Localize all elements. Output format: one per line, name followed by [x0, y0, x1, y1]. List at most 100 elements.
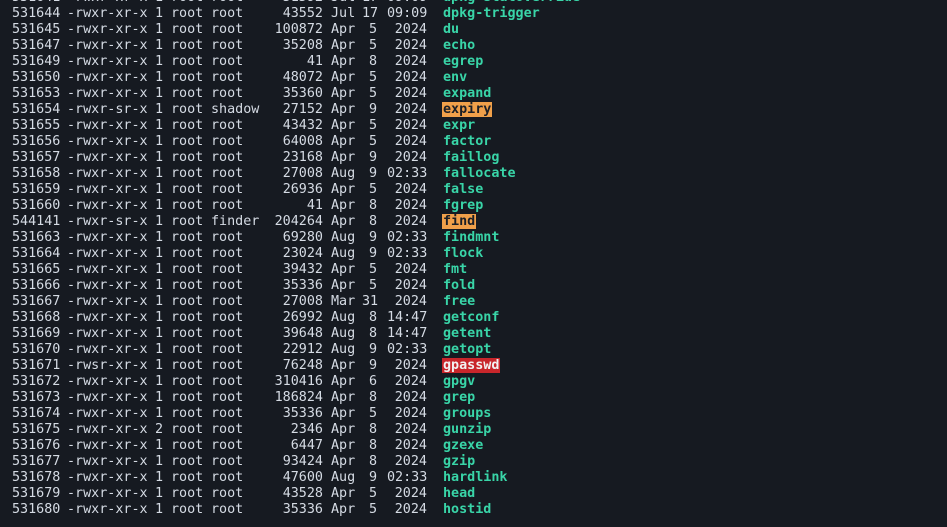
file-group: root — [211, 294, 244, 309]
file-inode: 531654 — [12, 102, 61, 117]
file-time: 02:33 — [387, 230, 428, 245]
file-name: gzexe — [443, 438, 484, 453]
file-name: fmt — [443, 262, 468, 277]
file-owner: root — [171, 182, 204, 197]
file-name: findmnt — [443, 230, 500, 245]
file-name: fallocate — [443, 166, 516, 181]
file-name: gpgv — [443, 374, 476, 389]
file-perm: -rwxr-xr-x — [67, 54, 148, 69]
file-inode: 531655 — [12, 118, 61, 133]
file-perm: -rwxr-xr-x — [67, 406, 148, 421]
file-owner: root — [171, 262, 204, 277]
file-group: root — [211, 118, 244, 133]
file-group: root — [211, 422, 244, 437]
file-group: root — [211, 310, 244, 325]
file-name: expand — [443, 86, 492, 101]
file-month: Aug — [331, 230, 356, 245]
file-links: 1 — [155, 182, 164, 197]
file-inode: 531673 — [12, 390, 61, 405]
file-day: 6 — [368, 374, 377, 389]
file-perm: -rwxr-xr-x — [67, 166, 148, 181]
file-links: 1 — [155, 262, 164, 277]
file-month: Apr — [331, 86, 356, 101]
file-time: 02:33 — [387, 470, 428, 485]
file-day: 5 — [368, 38, 377, 53]
file-perm: -rwxr-xr-x — [67, 70, 148, 85]
terminal-output[interactable]: 531641-rwxr-xr-x1rootroot51592Jul1709:09… — [0, 0, 947, 518]
file-group: root — [211, 406, 244, 421]
file-name: dpkg-trigger — [443, 6, 540, 21]
file-links: 1 — [155, 118, 164, 133]
file-month: Jul — [331, 6, 356, 21]
listing-row: 531678 -rwxr-xr-x 1 root root 47600 Aug 9 02:33 h… — [0, 470, 947, 486]
file-links: 1 — [155, 38, 164, 53]
file-group: root — [211, 166, 244, 181]
file-perm: -rwxr-xr-x — [67, 86, 148, 101]
file-name: false — [443, 182, 484, 197]
file-group: root — [211, 342, 244, 357]
file-inode: 531671 — [12, 358, 61, 373]
file-group: root — [211, 230, 244, 245]
file-name: du — [443, 22, 460, 37]
file-size: 69280 — [282, 230, 323, 245]
file-perm: -rwxr-xr-x — [67, 118, 148, 133]
file-owner: root — [171, 310, 204, 325]
file-size: 35336 — [282, 502, 323, 517]
file-links: 1 — [155, 390, 164, 405]
listing-row: 531658 -rwxr-xr-x 1 root root 27008 Aug 9 02:33 f… — [0, 166, 947, 182]
file-time: 2024 — [394, 86, 427, 101]
file-perm: -rwxr-sr-x — [67, 102, 148, 117]
file-inode: 531665 — [12, 262, 61, 277]
file-links: 1 — [155, 198, 164, 213]
file-month: Apr — [331, 150, 356, 165]
file-name: groups — [443, 406, 492, 421]
file-links: 1 — [155, 214, 164, 229]
file-name: expiry — [442, 102, 493, 117]
listing-row: 531669 -rwxr-xr-x 1 root root 39648 Aug 8 14:47 g… — [0, 326, 947, 342]
file-size: 47600 — [282, 470, 323, 485]
file-group: finder — [211, 214, 260, 229]
file-inode: 531660 — [12, 198, 61, 213]
file-day: 8 — [368, 390, 377, 405]
file-name: hostid — [443, 502, 492, 517]
file-month: Aug — [331, 246, 356, 261]
file-time: 2024 — [394, 198, 427, 213]
file-day: 9 — [368, 230, 377, 245]
file-inode: 531674 — [12, 406, 61, 421]
file-owner: root — [171, 390, 204, 405]
file-perm: -rwxr-xr-x — [67, 454, 148, 469]
file-size: 27008 — [282, 294, 323, 309]
file-group: root — [211, 358, 244, 373]
file-owner: root — [171, 406, 204, 421]
file-day: 8 — [368, 438, 377, 453]
file-perm: -rwxr-xr-x — [67, 390, 148, 405]
file-group: root — [211, 6, 244, 21]
file-inode: 531649 — [12, 54, 61, 69]
file-group: root — [211, 374, 244, 389]
file-size: 39648 — [282, 326, 323, 341]
file-name: fgrep — [443, 198, 484, 213]
file-links: 2 — [155, 422, 164, 437]
file-owner: root — [171, 438, 204, 453]
file-name: grep — [443, 390, 476, 405]
file-perm: -rwxr-xr-x — [67, 342, 148, 357]
file-day: 5 — [368, 118, 377, 133]
file-links: 1 — [155, 70, 164, 85]
file-links: 1 — [155, 486, 164, 501]
file-month: Apr — [331, 214, 356, 229]
file-group: root — [211, 438, 244, 453]
file-owner: root — [171, 278, 204, 293]
file-size: 100872 — [274, 22, 323, 37]
file-day: 8 — [368, 310, 377, 325]
listing-row: 531649 -rwxr-xr-x 1 root root 41 Apr 8 2024 egrep — [0, 54, 947, 70]
file-inode: 531678 — [12, 470, 61, 485]
file-links: 1 — [155, 134, 164, 149]
file-owner: root — [171, 422, 204, 437]
file-perm: -rwxr-xr-x — [67, 198, 148, 213]
file-day: 9 — [368, 246, 377, 261]
listing-row: 531676 -rwxr-xr-x 1 root root 6447 Apr 8 2024 gze… — [0, 438, 947, 454]
file-name: getopt — [443, 342, 492, 357]
file-perm: -rwxr-xr-x — [67, 294, 148, 309]
listing-row: 531650 -rwxr-xr-x 1 root root 48072 Apr 5 2024 en… — [0, 70, 947, 86]
file-inode: 531657 — [12, 150, 61, 165]
